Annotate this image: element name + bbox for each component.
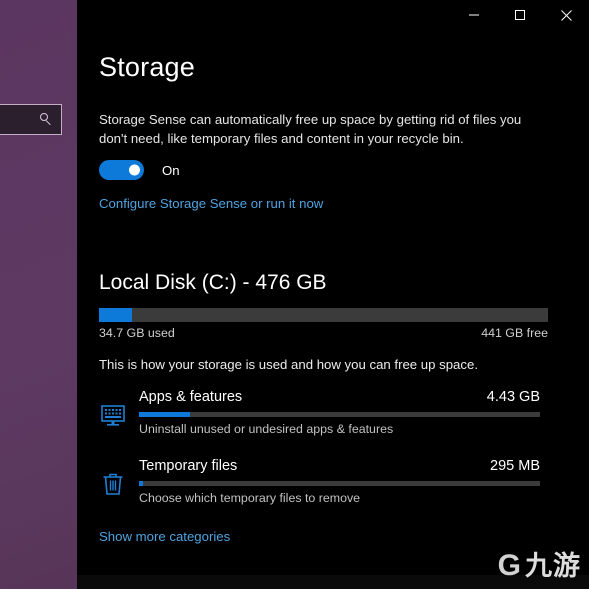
page-title: Storage xyxy=(99,52,195,82)
local-disk-usage-fill xyxy=(99,308,132,322)
local-disk-used-label: 34.7 GB used xyxy=(99,326,175,340)
storage-category-temp-fill xyxy=(139,481,144,486)
storage-category-apps-bar xyxy=(139,412,540,417)
local-disk-free-label: 441 GB free xyxy=(481,326,548,340)
show-more-categories-link[interactable]: Show more categories xyxy=(99,529,230,544)
toggle-knob xyxy=(129,164,140,176)
settings-content: Storage Storage Sense can automatically … xyxy=(77,32,589,589)
storage-category-apps[interactable]: Apps & features 4.43 GB Uninstall unused… xyxy=(99,389,567,436)
storage-category-temp-bar xyxy=(139,481,540,486)
trash-bin-icon xyxy=(99,470,127,498)
storage-sense-description: Storage Sense can automatically free up … xyxy=(99,112,522,146)
search-icon xyxy=(40,113,53,126)
monitor-apps-icon xyxy=(99,401,127,429)
storage-category-apps-name: Apps & features xyxy=(139,389,243,405)
screen-root: Storage Storage Sense can automatically … xyxy=(0,0,589,589)
storage-category-temp[interactable]: Temporary files 295 MB Choose which temp… xyxy=(99,458,567,505)
content-bottom-strip xyxy=(77,575,589,589)
local-disk-title: Local Disk (C:) - 476 GB xyxy=(99,271,327,294)
storage-category-apps-size: 4.43 GB xyxy=(486,389,540,405)
maximize-button[interactable] xyxy=(497,0,543,30)
storage-category-apps-header: Apps & features 4.43 GB xyxy=(139,389,540,405)
close-button[interactable] xyxy=(543,0,589,30)
storage-howto-text: This is how your storage is used and how… xyxy=(99,357,478,372)
local-disk-usage-bar xyxy=(99,308,548,322)
window-titlebar xyxy=(77,0,589,32)
storage-category-temp-size: 295 MB xyxy=(490,458,540,474)
storage-sense-toggle-row: On xyxy=(99,160,180,180)
storage-category-temp-header: Temporary files 295 MB xyxy=(139,458,540,474)
minimize-button[interactable] xyxy=(451,0,497,30)
storage-category-temp-description: Choose which temporary files to remove xyxy=(139,491,361,505)
storage-category-apps-description: Uninstall unused or undesired apps & fea… xyxy=(139,422,394,436)
settings-window: Storage Storage Sense can automatically … xyxy=(77,0,589,589)
local-disk-legend: 34.7 GB used 441 GB free xyxy=(99,326,548,340)
storage-category-temp-name: Temporary files xyxy=(139,458,238,474)
storage-sense-toggle-state: On xyxy=(162,162,180,178)
desktop-search-box[interactable] xyxy=(0,104,62,135)
storage-sense-toggle[interactable] xyxy=(99,160,144,180)
configure-storage-sense-link[interactable]: Configure Storage Sense or run it now xyxy=(99,196,323,211)
storage-category-apps-fill xyxy=(139,412,190,417)
